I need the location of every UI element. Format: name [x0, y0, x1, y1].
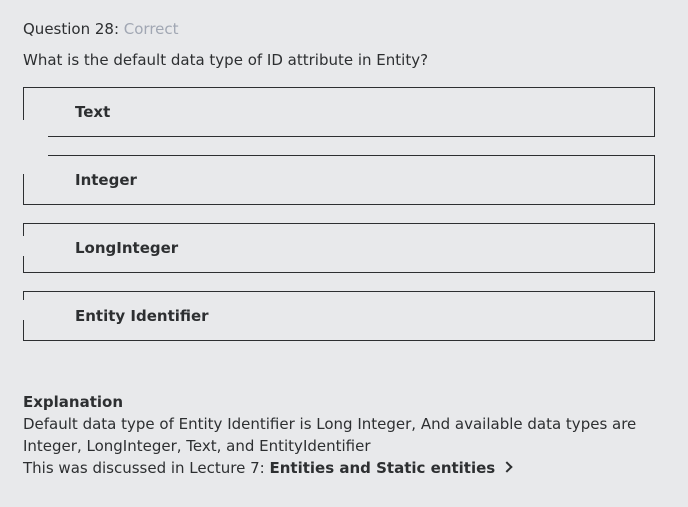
answer-label: Text: [75, 103, 111, 121]
answer-option-integer[interactable]: Integer: [22, 154, 655, 205]
answer-option-text[interactable]: Text: [22, 87, 655, 140]
border-gap: [22, 120, 48, 140]
question-text: What is the default data type of ID attr…: [23, 51, 429, 69]
border-gap: [22, 300, 48, 320]
lecture-link[interactable]: Entities and Static entities: [269, 459, 513, 477]
answer-option-longinteger[interactable]: LongInteger: [22, 223, 655, 273]
question-number: Question 28:: [23, 20, 119, 38]
explanation-body: Default data type of Entity Identifier i…: [23, 415, 637, 455]
answer-label: LongInteger: [75, 239, 179, 257]
border-gap: [22, 236, 48, 256]
lecture-reference: This was discussed in Lecture 7: Entitie…: [23, 457, 673, 479]
explanation-title: Explanation: [23, 393, 124, 411]
border-gap: [22, 154, 48, 174]
answer-label: Entity Identifier: [75, 307, 209, 325]
lecture-prefix: This was discussed in Lecture 7:: [23, 459, 265, 477]
answer-label: Integer: [75, 171, 137, 189]
lecture-link-label: Entities and Static entities: [269, 459, 496, 477]
explanation-section: Explanation Default data type of Entity …: [23, 391, 673, 479]
question-status: Correct: [123, 20, 179, 38]
question-header: Question 28: Correct: [23, 20, 179, 38]
answer-option-entity-identifier[interactable]: Entity Identifier: [22, 291, 655, 341]
chevron-right-icon: [501, 461, 513, 473]
